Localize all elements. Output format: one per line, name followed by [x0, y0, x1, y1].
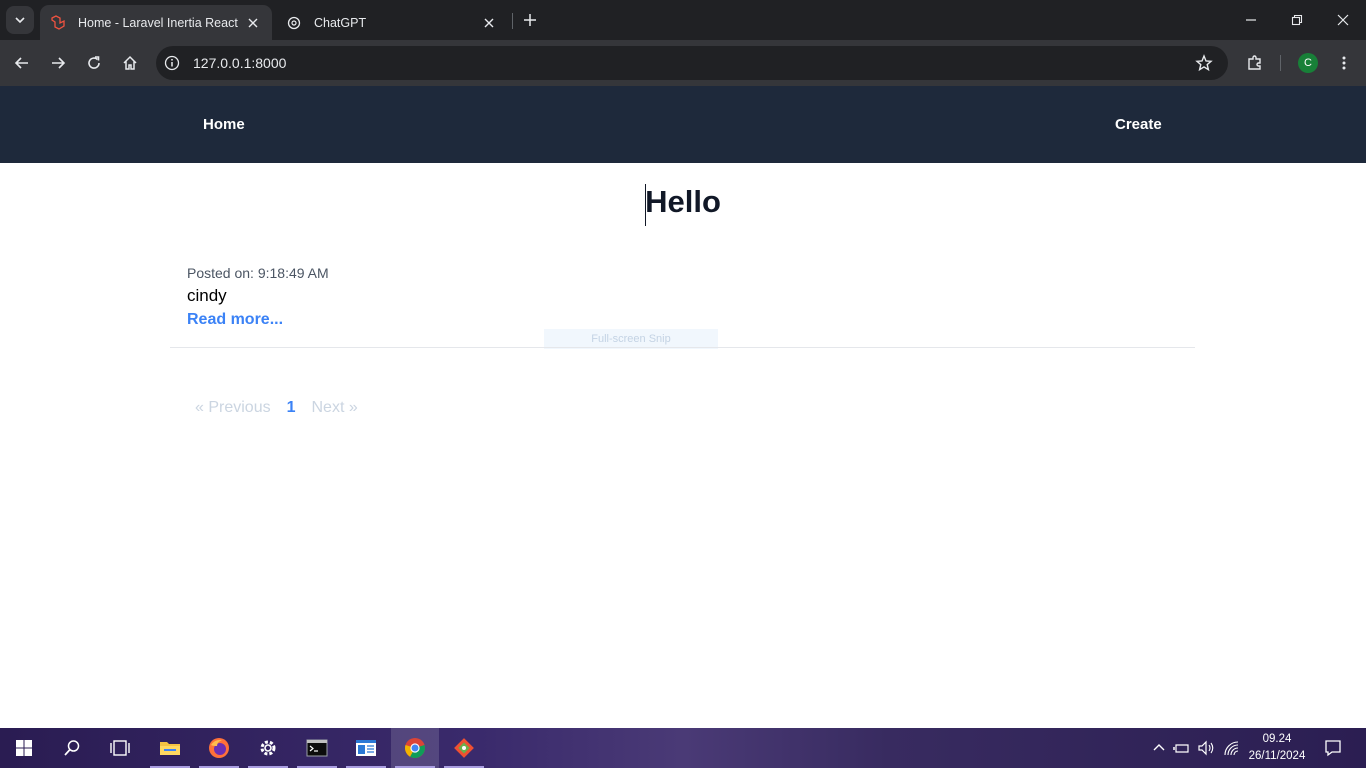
toolbar-separator [1280, 55, 1281, 71]
file-explorer-icon [160, 742, 180, 755]
puzzle-icon [1248, 55, 1261, 70]
clock-date: 26/11/2024 [1248, 750, 1306, 762]
reload-button[interactable] [80, 49, 108, 77]
bookmark-star-icon[interactable] [1192, 51, 1216, 75]
settings-icon [260, 740, 276, 756]
profile-avatar[interactable]: C [1298, 53, 1318, 73]
search-icon [64, 740, 80, 756]
window-close-button[interactable] [1320, 0, 1366, 40]
close-icon[interactable] [244, 14, 262, 32]
url-text[interactable]: 127.0.0.1:8000 [193, 55, 286, 71]
reload-icon [88, 56, 100, 69]
chevron-down-icon [15, 17, 25, 24]
taskbar-settings[interactable] [244, 728, 292, 768]
taskbar-terminal[interactable] [293, 728, 341, 768]
chevron-up-icon[interactable] [1149, 738, 1169, 758]
clock-time: 09.24 [1262, 733, 1292, 745]
wifi-icon[interactable] [1222, 738, 1242, 758]
extensions-button[interactable] [1241, 49, 1269, 77]
notifications-icon[interactable] [1323, 738, 1343, 758]
arrow-left-icon [14, 57, 28, 69]
kebab-menu-icon [1342, 56, 1346, 70]
nav-home-link[interactable]: Home [203, 116, 245, 133]
post-divider [170, 347, 1195, 348]
minimize-icon [1246, 19, 1256, 21]
pagination-previous[interactable]: « Previous [187, 397, 279, 419]
taskbar-chrome[interactable] [391, 728, 439, 768]
volume-icon[interactable] [1196, 738, 1216, 758]
post-item: Posted on: 9:18:49 AM cindy Read more... [187, 264, 329, 331]
page-title: Hello [645, 184, 721, 219]
tab-chatgpt[interactable]: ChatGPT [276, 5, 508, 40]
tab-title: Home - Laravel Inertia React [78, 15, 238, 30]
task-view-icon [110, 740, 130, 756]
plus-icon [524, 14, 536, 26]
back-button[interactable] [8, 49, 36, 77]
tab-separator [512, 13, 513, 29]
git-icon [454, 738, 474, 758]
taskbar-firefox[interactable] [195, 728, 243, 768]
pagination: « Previous 1 Next » [187, 397, 366, 419]
text-cursor [645, 184, 646, 226]
forward-button[interactable] [44, 49, 72, 77]
chrome-icon [405, 738, 425, 759]
restore-button[interactable] [1274, 0, 1320, 40]
notepad-icon [356, 740, 376, 756]
pagination-page-current[interactable]: 1 [279, 397, 304, 419]
tab-title: ChatGPT [314, 15, 367, 30]
task-view-button[interactable] [96, 728, 144, 768]
address-bar[interactable] [156, 46, 1228, 80]
laravel-icon [50, 14, 66, 31]
chatgpt-icon [286, 15, 302, 31]
pagination-next[interactable]: Next » [304, 397, 366, 419]
battery-icon[interactable] [1172, 738, 1192, 758]
home-button[interactable] [116, 49, 144, 77]
terminal-icon [306, 739, 328, 757]
taskbar-search-button[interactable] [48, 728, 96, 768]
close-icon [1337, 14, 1349, 26]
minimize-button[interactable] [1228, 0, 1274, 40]
taskbar-notepad[interactable] [342, 728, 390, 768]
nav-create-link[interactable]: Create [1115, 116, 1162, 133]
firefox-icon [209, 738, 229, 758]
post-timestamp: Posted on: 9:18:49 AM [187, 265, 329, 281]
taskbar-file-explorer[interactable] [146, 728, 194, 768]
restore-icon [1291, 14, 1303, 26]
new-tab-button[interactable] [518, 8, 542, 32]
tab-home[interactable]: Home - Laravel Inertia React [40, 5, 272, 40]
browser-menu-button[interactable] [1330, 49, 1358, 77]
taskbar-clock[interactable]: 09.24 26/11/2024 [1242, 731, 1312, 765]
read-more-link[interactable]: Read more... [187, 309, 329, 331]
site-info-icon[interactable] [160, 51, 184, 75]
close-icon[interactable] [480, 14, 498, 32]
home-icon [123, 55, 137, 70]
start-button[interactable] [0, 728, 48, 768]
taskbar-git[interactable] [440, 728, 488, 768]
snip-overlay: Full-screen Snip [544, 329, 718, 349]
browser-tabstrip: Home - Laravel Inertia React ChatGPT [0, 0, 1366, 40]
post-author: cindy [187, 286, 227, 305]
tab-search-button[interactable] [6, 6, 34, 34]
start-icon [16, 740, 32, 756]
arrow-right-icon [52, 57, 66, 69]
